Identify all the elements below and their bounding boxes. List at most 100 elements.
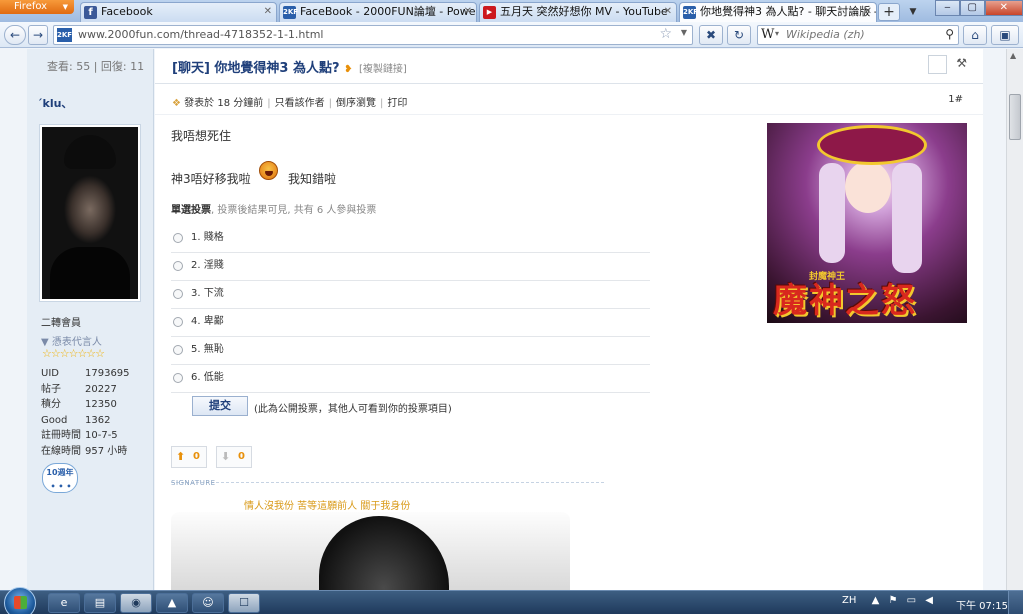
radio-button[interactable]	[173, 345, 183, 355]
tab-youtube[interactable]: ▶ 五月天 突然好想你 MV - YouTube ✕	[479, 2, 677, 22]
profile-row: 註冊時間 10-7-5	[41, 430, 118, 442]
poll-option[interactable]: 1. 賤格	[171, 225, 650, 253]
radio-button[interactable]	[173, 289, 183, 299]
back-button[interactable]: ←	[4, 25, 26, 45]
anniversary-badge-icon[interactable]: 10週年 • • •	[42, 463, 78, 493]
action-center-flag-icon[interactable]: ⚑	[888, 595, 897, 606]
upvote-button[interactable]: ⬆ 0	[171, 446, 207, 468]
profile-row: 積分 12350	[41, 399, 117, 411]
arrow-up-icon: ⬆	[176, 450, 186, 463]
search-input[interactable]	[786, 28, 936, 41]
post-area: [聊天] 你地覺得神3 為人點? ❥ [複製鏈接] ⚒ ❖ 發表於 18 分鐘前…	[155, 49, 983, 590]
close-window-button[interactable]: ✕	[984, 0, 1023, 16]
tab-facebook[interactable]: f Facebook ✕	[80, 2, 277, 22]
poll-submit-note: (此為公開投票，其他人可看到你的投票項目)	[254, 404, 452, 415]
medal-label[interactable]: ▼ 憑表代言人	[41, 333, 102, 348]
avatar[interactable]	[39, 124, 141, 302]
tab-bar: Firefox ▼ f Facebook ✕ 2KF FaceBook - 200…	[0, 0, 1023, 23]
app-taskbar-icon[interactable]: ☐	[228, 593, 260, 613]
author-username[interactable]: ˊklu、	[37, 95, 72, 111]
reverse-order-link[interactable]: 倒序瀏覽	[336, 98, 376, 109]
forward-button[interactable]: →	[28, 25, 48, 45]
url-bar[interactable]: 2KF www.2000fun.com/thread-4718352-1-1.h…	[53, 25, 693, 45]
crying-emoticon-icon	[259, 161, 278, 180]
firefox-menu-button[interactable]: Firefox ▼	[0, 0, 74, 14]
tab-current-thread[interactable]: 2KF 你地覺得神3 為人點? - 聊天討論版 - ... ✕	[679, 2, 877, 23]
poll-option[interactable]: 2. 淫賤	[171, 253, 650, 281]
search-bar[interactable]: W ▾ ⚲	[757, 25, 959, 45]
arrow-down-icon: ⬇	[221, 450, 231, 463]
youtube-icon: ▶	[483, 6, 496, 19]
facebook-icon: f	[84, 6, 97, 19]
radio-button[interactable]	[173, 317, 183, 327]
volume-icon[interactable]: ◀	[925, 595, 933, 606]
checkbox[interactable]	[928, 55, 947, 74]
poll-option[interactable]: 3. 下流	[171, 281, 650, 309]
clock[interactable]: 下午 07:15	[956, 597, 1008, 612]
downvote-button[interactable]: ⬇ 0	[216, 446, 252, 468]
post-meta-bar: ❖ 發表於 18 分鐘前 | 只看該作者 | 倒序瀏覽 | 打印 1#	[155, 85, 983, 115]
new-tab-button[interactable]: +	[878, 3, 900, 21]
app-taskbar-icon[interactable]: ▲	[156, 593, 188, 613]
ad-logo: 魔神之怒	[773, 281, 917, 321]
vertical-scrollbar[interactable]: ▲	[1006, 49, 1023, 590]
window-controls: ‒ ▢ ✕	[935, 0, 1023, 16]
user-rank[interactable]: 二轉會員	[41, 314, 81, 329]
radio-button[interactable]	[173, 373, 183, 383]
url-dropdown-icon[interactable]: ▼	[681, 28, 687, 37]
system-tray: ZH ▲ ⚑ ▭ ◀	[842, 595, 933, 606]
explorer-taskbar-icon[interactable]: ▤	[84, 593, 116, 613]
bookmark-star-icon[interactable]: ☆	[659, 26, 672, 42]
tab-2000fun-facebook[interactable]: 2KF FaceBook - 2000FUN論壇 - Powere... ✕	[279, 2, 477, 22]
start-button[interactable]	[4, 587, 36, 614]
reload-button[interactable]: ↻	[727, 25, 751, 45]
wikipedia-icon[interactable]: W	[761, 27, 774, 42]
avatar-photo	[42, 127, 138, 299]
show-hidden-icons-icon[interactable]: ▲	[872, 595, 880, 606]
profile-stats: UID 1793695 帖子 20227 積分 12350 Good 1362 註冊時間…	[41, 366, 130, 460]
search-icon[interactable]: ⚲	[945, 27, 954, 41]
author-sidebar: 查看: 55 | 回復: 11 ˊklu、 二轉會員 ▼ 憑表代言人 ☆☆☆☆☆…	[27, 49, 154, 590]
profile-row: Good 1362	[41, 414, 111, 426]
page-title: [聊天] 你地覺得神3 為人點? ❥ [複製鏈接]	[172, 61, 407, 76]
scroll-up-icon[interactable]: ▲	[1010, 51, 1016, 60]
poll-option[interactable]: 6. 低能	[171, 365, 650, 393]
close-tab-icon[interactable]: ✕	[664, 3, 672, 21]
floor-number[interactable]: 1#	[948, 94, 963, 105]
close-tab-icon[interactable]: ✕	[264, 3, 272, 21]
stop-button[interactable]: ✖	[699, 25, 723, 45]
thread-header: [聊天] 你地覺得神3 為人點? ❥ [複製鏈接] ⚒	[155, 49, 983, 84]
show-desktop-button[interactable]	[1008, 591, 1023, 614]
rank-stars-icon: ☆☆☆☆☆☆☆	[42, 347, 105, 360]
radio-button[interactable]	[173, 261, 183, 271]
navigation-toolbar: ← → 2KF www.2000fun.com/thread-4718352-1…	[0, 22, 1023, 48]
game-ad-banner[interactable]: 封魔神王 魔神之怒	[767, 123, 967, 323]
radio-button[interactable]	[173, 233, 183, 243]
poll-option[interactable]: 5. 無恥	[171, 337, 650, 365]
copy-link-button[interactable]: [複製鏈接]	[359, 64, 407, 75]
signature-text: 情人沒我份 苦等這願前人 關于我身份	[244, 501, 411, 512]
app-taskbar-icon[interactable]: ☺	[192, 593, 224, 613]
poll-option[interactable]: 4. 卑鄙	[171, 309, 650, 337]
language-indicator[interactable]: ZH	[842, 595, 856, 606]
profile-row: 在線時間 957 小時	[41, 445, 128, 457]
scrollbar-thumb[interactable]	[1009, 94, 1021, 140]
print-link[interactable]: 打印	[387, 98, 407, 109]
firefox-taskbar-icon[interactable]: ◉	[120, 593, 152, 613]
wrench-icon[interactable]: ⚒	[956, 56, 967, 70]
site-identity-icon[interactable]: 2KF	[57, 28, 72, 42]
author-only-link[interactable]: 只看該作者	[275, 98, 325, 109]
close-tab-icon[interactable]: ✕	[464, 3, 472, 21]
maximize-button[interactable]: ▢	[959, 0, 985, 16]
thread-stats: 查看: 55 | 回復: 11	[47, 60, 145, 73]
close-tab-icon[interactable]: ✕	[864, 3, 872, 21]
minimize-button[interactable]: ‒	[935, 0, 960, 16]
list-tabs-icon[interactable]: ▼	[903, 4, 923, 20]
poll-submit-button[interactable]: 提交	[192, 396, 248, 416]
home-button[interactable]: ⌂	[963, 25, 987, 45]
network-icon[interactable]: ▭	[907, 595, 916, 606]
ie-taskbar-icon[interactable]: e	[48, 593, 80, 613]
poll-info: 單選投票, 投票後結果可見, 共有 6 人參與投票	[171, 205, 377, 216]
bookmarks-button[interactable]: ▣	[991, 25, 1019, 45]
chevron-down-icon[interactable]: ▾	[775, 29, 779, 38]
